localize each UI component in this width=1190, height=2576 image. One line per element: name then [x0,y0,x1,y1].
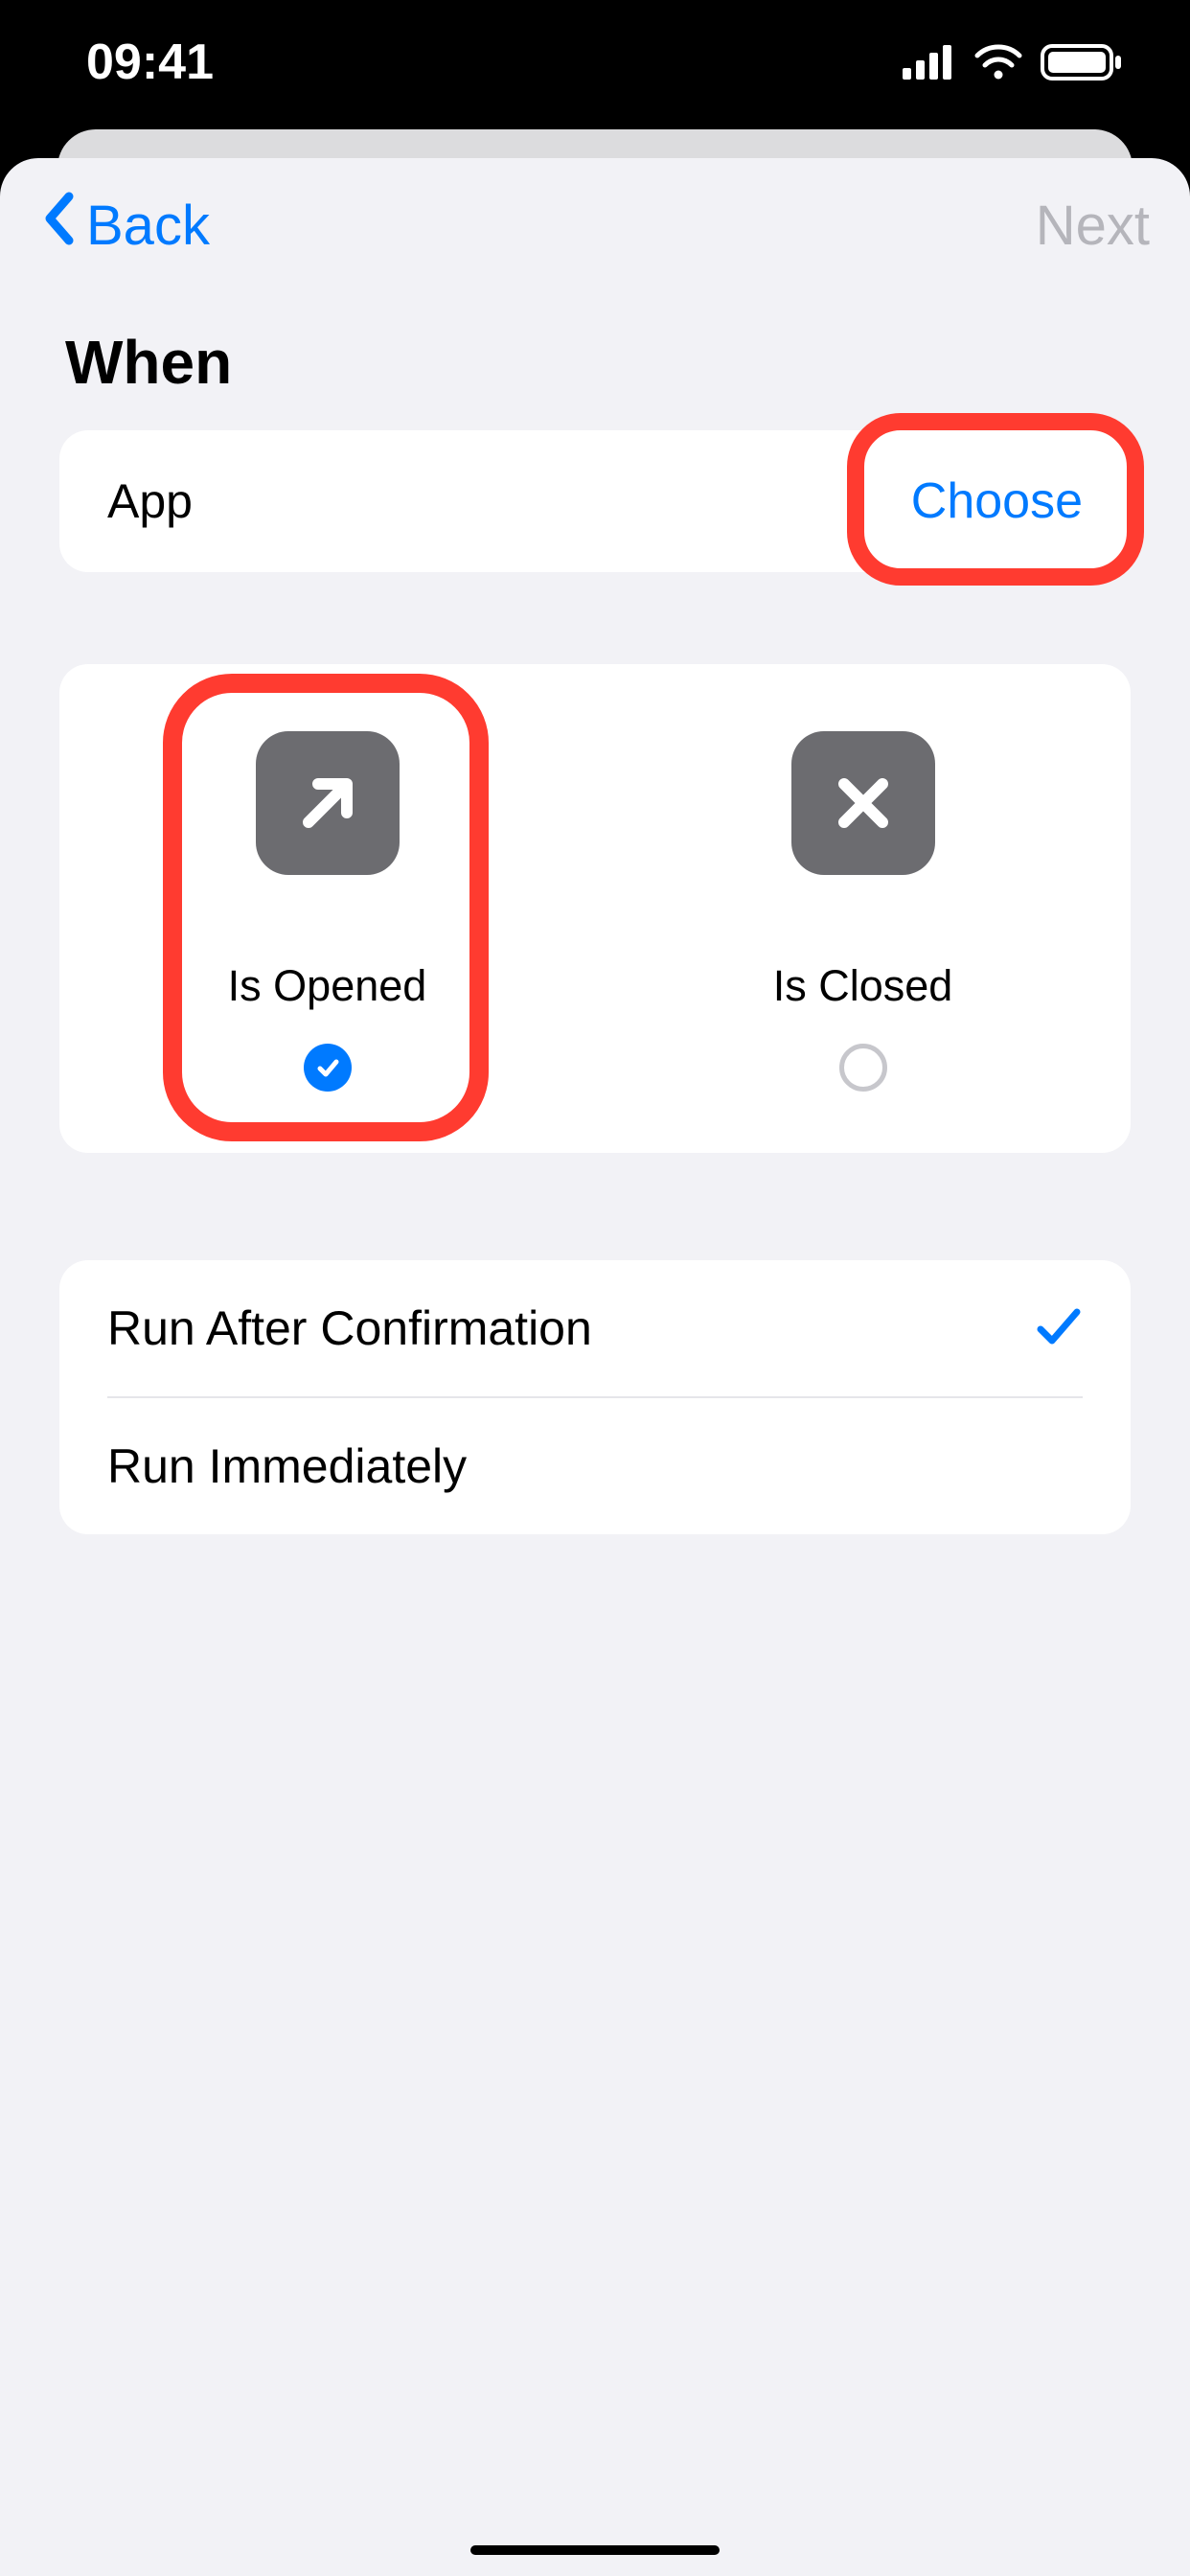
next-label: Next [1036,195,1150,257]
section-title: When [65,327,1125,398]
app-selector-row[interactable]: App Choose [59,430,1131,572]
cell-signal-icon [903,45,956,80]
chevron-left-icon [40,191,79,260]
status-icons [903,44,1123,80]
trigger-options-card: Is Opened Is Closed [59,664,1131,1153]
battery-icon [1041,44,1123,80]
run-confirm-label: Run After Confirmation [107,1300,592,1356]
choose-button[interactable]: Choose [911,472,1083,530]
arrow-up-right-icon [256,731,400,875]
run-immediate-label: Run Immediately [107,1438,467,1494]
x-icon [791,731,935,875]
trigger-option-closed[interactable]: Is Closed [595,664,1131,1153]
modal-sheet: Back Next When App Choose Is Opened [0,158,1190,2576]
run-mode-card: Run After Confirmation Run Immediately [59,1260,1131,1534]
next-button[interactable]: Next [1036,194,1150,258]
status-bar: 09:41 [0,0,1190,125]
back-button[interactable]: Back [40,191,210,260]
wifi-icon [973,44,1023,80]
run-mode-immediate[interactable]: Run Immediately [107,1396,1083,1534]
back-label: Back [86,194,210,258]
radio-unchecked-icon [839,1044,887,1092]
nav-bar: Back Next [0,158,1190,292]
radio-checked-icon [304,1044,352,1092]
app-label: App [107,473,193,529]
checkmark-icon [1035,1304,1083,1353]
status-time: 09:41 [86,34,214,91]
home-indicator[interactable] [470,2545,720,2555]
run-mode-confirmation[interactable]: Run After Confirmation [59,1260,1131,1396]
trigger-closed-label: Is Closed [773,961,953,1011]
trigger-opened-label: Is Opened [228,961,427,1011]
trigger-option-opened[interactable]: Is Opened [59,664,595,1153]
